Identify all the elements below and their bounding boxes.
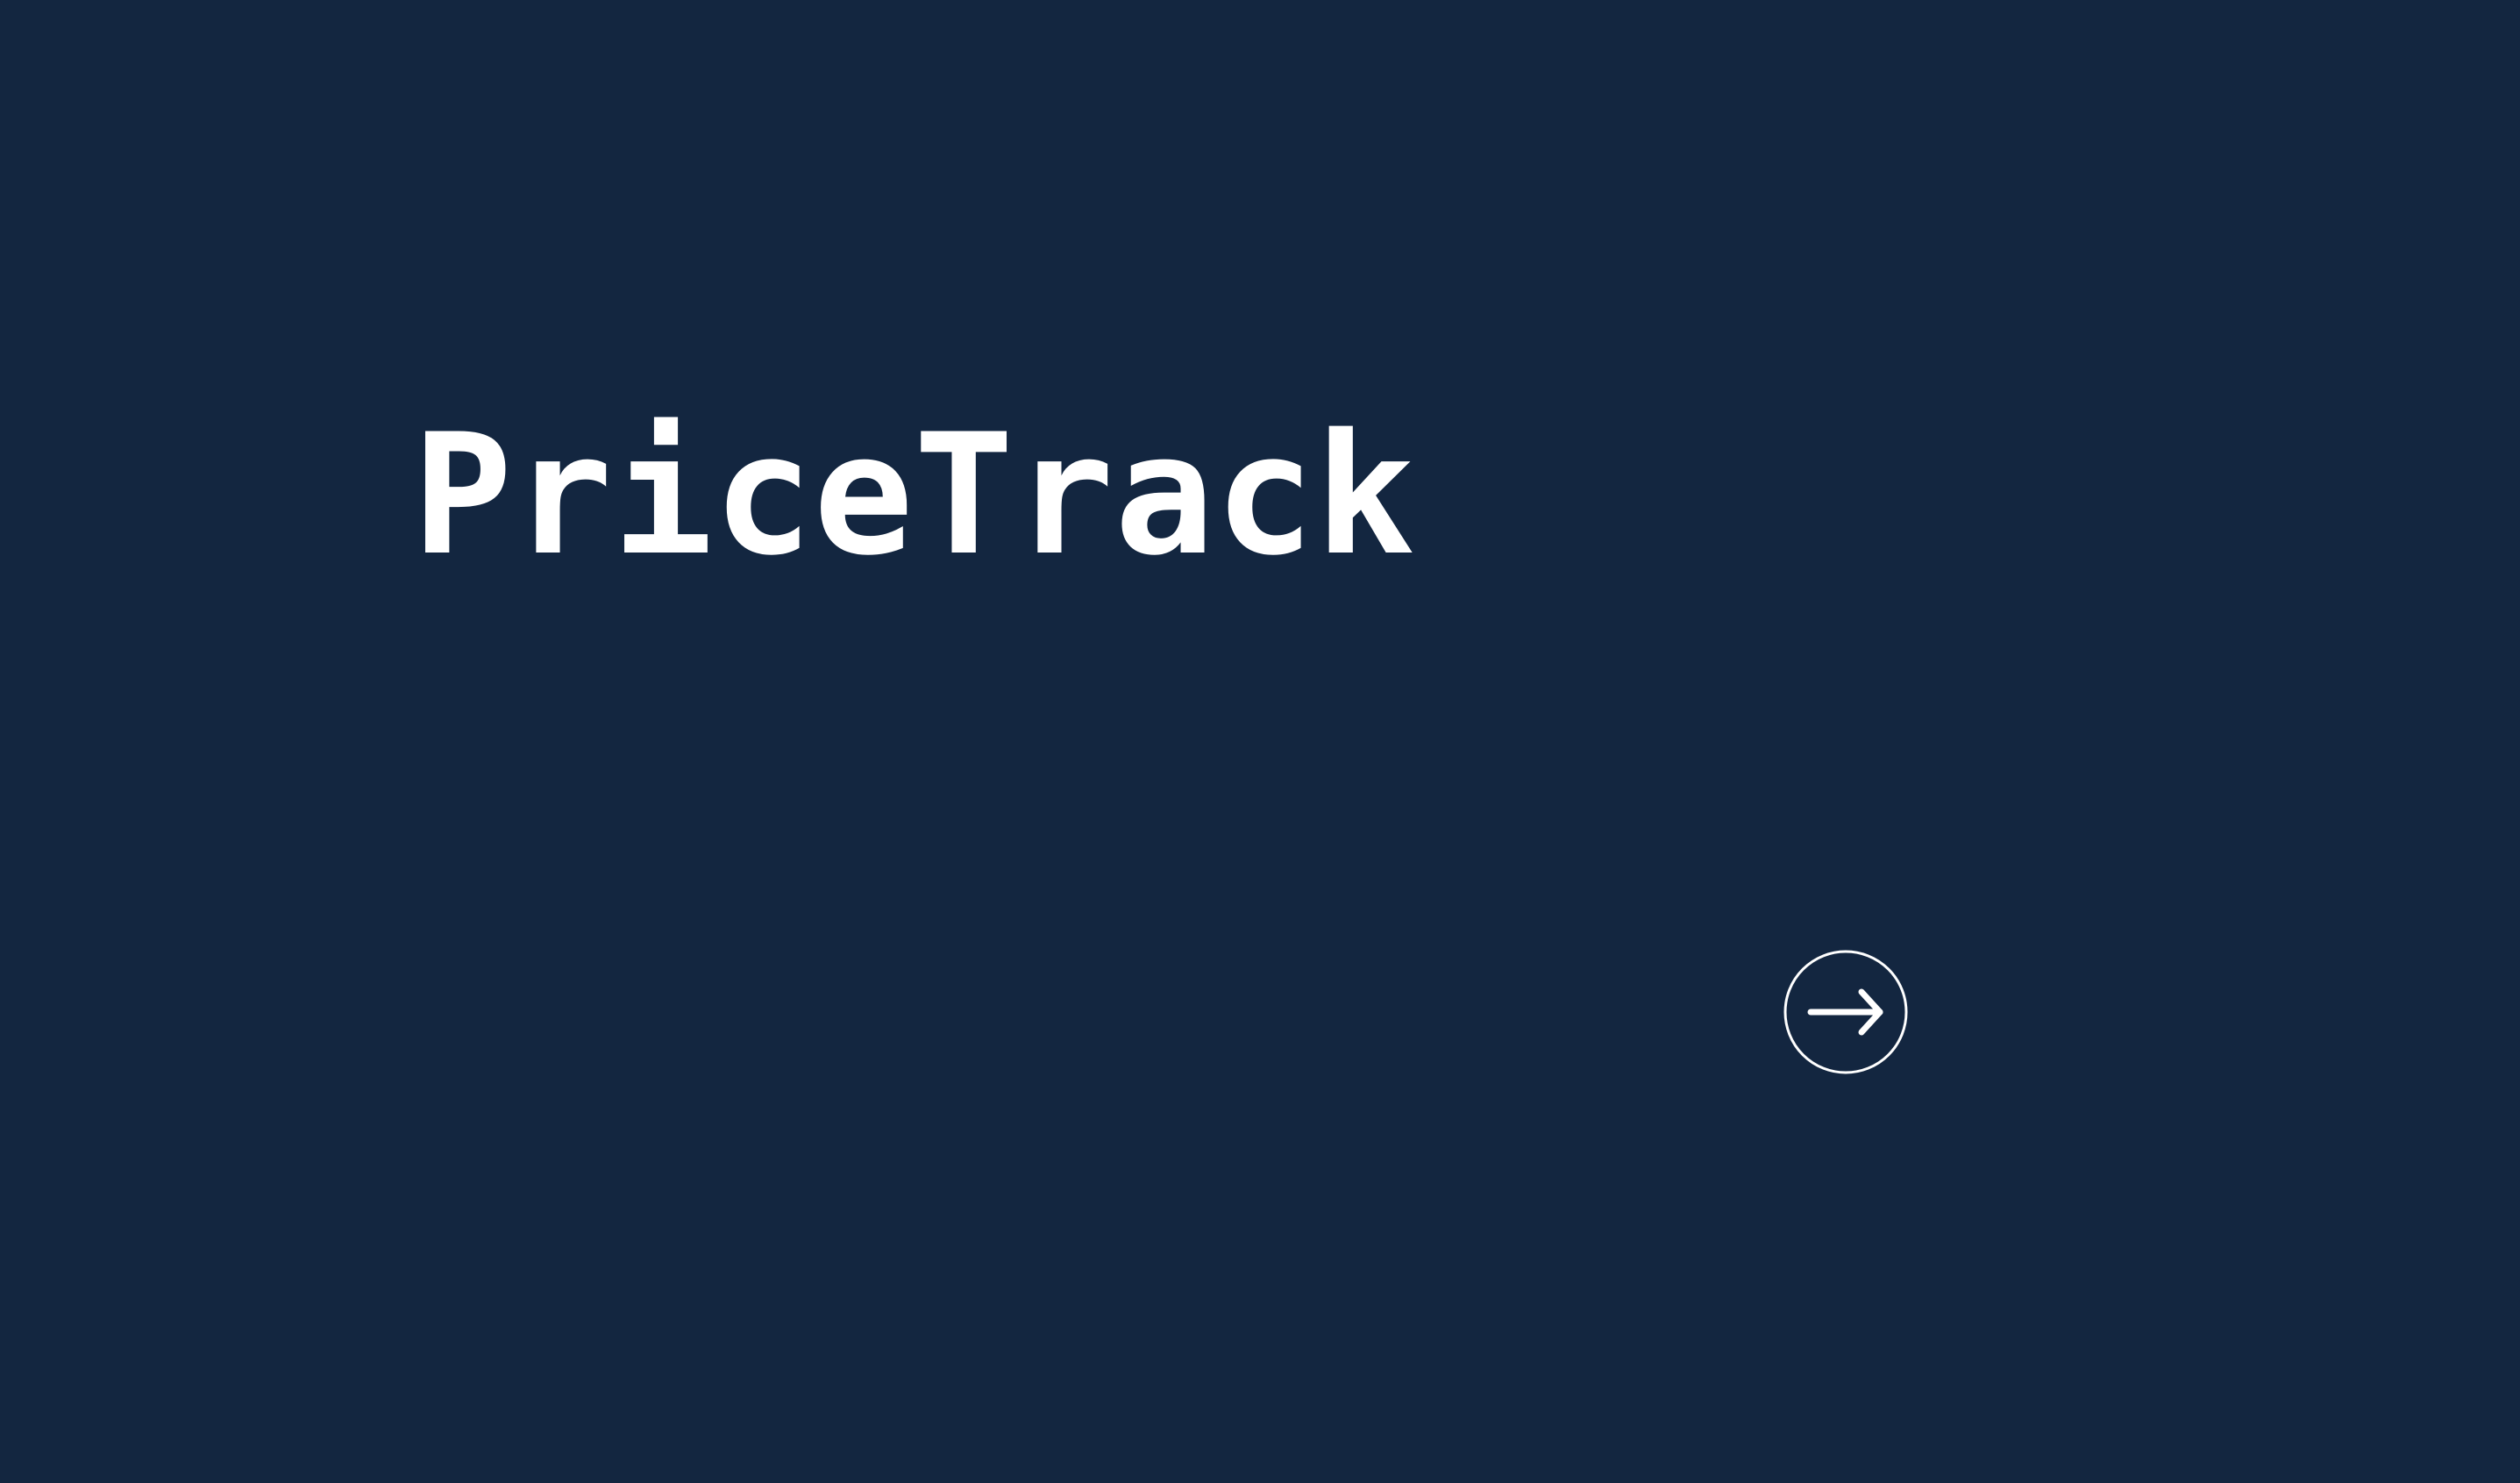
arrow-right-circle-icon [1783,950,1908,1074]
next-button[interactable] [1783,950,1908,1074]
app-title: PriceTrack [412,398,1415,592]
splash-screen: PriceTrack [0,0,2520,1483]
